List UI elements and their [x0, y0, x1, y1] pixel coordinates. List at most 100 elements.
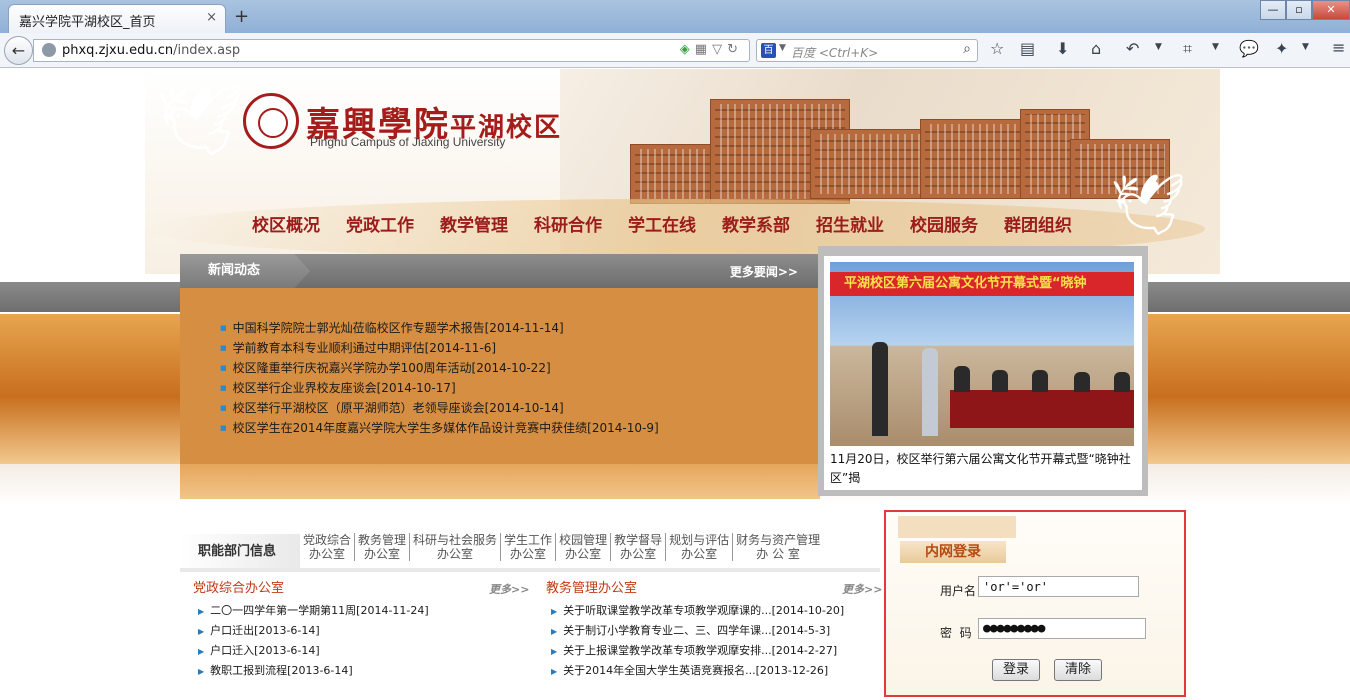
extension-dropdown-icon[interactable]: ▼	[1302, 42, 1309, 52]
extension-icon[interactable]: ✦	[1275, 39, 1288, 58]
news-footer-band	[180, 464, 820, 499]
list-item[interactable]: 户口迁入[2013-6-14]	[198, 641, 429, 661]
search-engine-icon[interactable]: 百	[761, 43, 776, 58]
password-label: 密 码	[940, 626, 972, 640]
photo-news-box: 平湖校区第六届公寓文化节开幕式暨“晓钟 11月20日，校区举行第六届公寓文化节开…	[818, 246, 1148, 496]
reading-list-icon[interactable]: ▤	[1020, 39, 1035, 58]
list-item[interactable]: 二〇一四学年第一学期第11周[2014-11-24]	[198, 601, 429, 621]
list-item[interactable]: 关于制订小学教育专业二、三、四学年课...[2014-5-3]	[551, 621, 844, 641]
username-label: 用户名	[940, 584, 977, 598]
department-info-label: 职能部门信息	[180, 534, 300, 570]
clear-button[interactable]: 清除	[1054, 659, 1102, 681]
minimize-button[interactable]: —	[1260, 0, 1286, 20]
address-bar-icons: ◈▦▽↻	[680, 42, 743, 57]
photo-banner: 平湖校区第六届公寓文化节开幕式暨“晓钟	[830, 272, 1134, 296]
department-divider	[180, 568, 880, 572]
undo-icon[interactable]: ↶	[1126, 39, 1139, 58]
password-field[interactable]: ●●●●●●●●●	[978, 618, 1146, 639]
username-field[interactable]	[978, 576, 1139, 597]
address-bar[interactable]: phxq.zjxu.edu.cn/index.asp ◈▦▽↻	[33, 39, 750, 62]
tab-teaching-supervision-office[interactable]: 教学督导 办公室	[611, 533, 667, 561]
globe-icon	[42, 43, 56, 57]
undo-dropdown-icon[interactable]: ▼	[1155, 42, 1162, 52]
nav-item-organizations[interactable]: 群团组织	[1004, 211, 1072, 236]
photo-caption[interactable]: 11月20日，校区举行第六届公寓文化节开幕式暨“晓钟社区”揭	[830, 450, 1134, 488]
tab-student-affairs-office[interactable]: 学生工作 办公室	[501, 533, 557, 561]
close-window-button[interactable]: ✕	[1312, 0, 1350, 20]
news-item[interactable]: 校区举行平湖校区（原平湖师范）老领导座谈会[2014-10-14]	[220, 398, 659, 418]
news-item[interactable]: 校区举行企业界校友座谈会[2014-10-17]	[220, 378, 659, 398]
tab-party-office[interactable]: 党政综合 办公室	[300, 533, 356, 561]
tab-finance-assets-office[interactable]: 财务与资产管理办 公 室	[733, 533, 823, 561]
main-nav: 校区概况 党政工作 教学管理 科研合作 学工在线 教学系部 招生就业 校园服务 …	[252, 211, 1098, 236]
news-item[interactable]: 校区隆重举行庆祝嘉兴学院办学100周年活动[2014-10-22]	[220, 358, 659, 378]
news-item[interactable]: 中国科学院院士郭光灿莅临校区作专题学术报告[2014-11-14]	[220, 318, 659, 338]
party-office-list: 二〇一四学年第一学期第11周[2014-11-24] 户口迁出[2013-6-1…	[198, 601, 429, 681]
home-icon[interactable]: ⌂	[1091, 39, 1101, 58]
shield-icon[interactable]: ◈	[680, 42, 695, 57]
news-list: 中国科学院院士郭光灿莅临校区作专题学术报告[2014-11-14] 学前教育本科…	[220, 318, 659, 438]
url-path: /index.asp	[173, 43, 241, 58]
menu-icon[interactable]: ≡	[1332, 38, 1345, 57]
chat-icon[interactable]: 💬	[1239, 39, 1259, 58]
login-title: 内网登录	[900, 541, 1006, 563]
news-section: 新闻动态 更多要闻>> 中国科学院院士郭光灿莅临校区作专题学术报告[2014-1…	[180, 254, 820, 499]
url-text: phxq.zjxu.edu.cn/index.asp	[62, 43, 240, 58]
list-item[interactable]: 教职工报到流程[2013-6-14]	[198, 661, 429, 681]
browser-tab-bar: 嘉兴学院平湖校区_首页 × + — ▫ ✕	[0, 0, 1350, 33]
crop-dropdown-icon[interactable]: ▼	[1212, 42, 1219, 52]
nav-item-research[interactable]: 科研合作	[534, 211, 602, 236]
news-item[interactable]: 学前教育本科专业顺利通过中期评估[2014-11-6]	[220, 338, 659, 358]
new-tab-button[interactable]: +	[234, 6, 249, 27]
download-icon[interactable]: ⬇	[1056, 39, 1069, 58]
qr-icon[interactable]: ▦	[695, 42, 712, 57]
news-more-link[interactable]: 更多要闻>>	[730, 263, 798, 280]
academic-office-more-link[interactable]: 更多>>	[842, 581, 882, 597]
party-office-more-link[interactable]: 更多>>	[489, 581, 529, 597]
event-photo[interactable]: 平湖校区第六届公寓文化节开幕式暨“晓钟	[830, 262, 1134, 446]
search-icon[interactable]: ⌕	[963, 41, 971, 57]
list-item[interactable]: 关于2014年全国大学生英语竞赛报名...[2013-12-26]	[551, 661, 844, 681]
intranet-login-panel: 内网登录 用户名 密 码 ●●●●●●●●● 登录 清除	[884, 510, 1186, 697]
back-icon[interactable]: ←	[4, 36, 33, 65]
nav-item-admissions[interactable]: 招生就业	[816, 211, 884, 236]
search-box[interactable]: 百 ▼ 百度 <Ctrl+K> ⌕	[756, 39, 978, 62]
browser-toolbar: ← phxq.zjxu.edu.cn/index.asp ◈▦▽↻ 百 ▼ 百度…	[0, 33, 1350, 68]
browser-tab[interactable]: 嘉兴学院平湖校区_首页 ×	[8, 4, 226, 33]
nav-item-campus-overview[interactable]: 校区概况	[252, 211, 320, 236]
bookmark-star-icon[interactable]: ☆	[990, 39, 1004, 58]
academic-office-title[interactable]: 教务管理办公室	[546, 577, 637, 596]
list-item[interactable]: 关于听取课堂教学改革专项教学观摩课的...[2014-10-20]	[551, 601, 844, 621]
maximize-button[interactable]: ▫	[1286, 0, 1312, 20]
tab-planning-evaluation-office[interactable]: 规划与评估 办公室	[666, 533, 734, 561]
engine-dropdown-icon[interactable]: ▼	[779, 43, 786, 53]
login-decor	[898, 516, 1016, 538]
nav-item-departments[interactable]: 教学系部	[722, 211, 790, 236]
tab-title: 嘉兴学院平湖校区_首页	[19, 15, 156, 30]
party-office-title[interactable]: 党政综合办公室	[193, 577, 284, 596]
nav-item-campus-services[interactable]: 校园服务	[910, 211, 978, 236]
login-button[interactable]: 登录	[992, 659, 1040, 681]
list-item[interactable]: 户口迁出[2013-6-14]	[198, 621, 429, 641]
university-logo	[243, 93, 299, 149]
nav-item-teaching-management[interactable]: 教学管理	[440, 211, 508, 236]
tab-research-service-office[interactable]: 科研与社会服务 办公室	[410, 533, 502, 561]
nav-item-party-affairs[interactable]: 党政工作	[346, 211, 414, 236]
reload-icon[interactable]: ↻	[727, 42, 743, 57]
list-item[interactable]: 关于上报课堂教学改革专项教学观摩安排...[2014-2-27]	[551, 641, 844, 661]
tab-campus-management-office[interactable]: 校园管理 办公室	[556, 533, 612, 561]
dropdown-icon[interactable]: ▽	[712, 42, 727, 57]
nav-item-student-affairs[interactable]: 学工在线	[628, 211, 696, 236]
close-tab-icon[interactable]: ×	[206, 10, 217, 25]
news-title: 新闻动态	[180, 254, 310, 288]
department-tabs: 党政综合 办公室 教务管理 办公室 科研与社会服务 办公室 学生工作 办公室 校园管理办…	[300, 533, 823, 561]
news-header: 新闻动态 更多要闻>>	[180, 254, 820, 288]
web-page: 🕊 🕊 嘉興學院平湖校区 Pinghu Campus of Jiaxing Un…	[0, 69, 1350, 700]
egret-left-image: 🕊	[155, 79, 244, 161]
news-item[interactable]: 校区学生在2014年度嘉兴学院大学生多媒体作品设计竞赛中获佳绩[2014-10-…	[220, 418, 659, 438]
url-host: phxq.zjxu.edu.cn	[62, 43, 174, 58]
crop-icon[interactable]: ⌗	[1183, 39, 1192, 59]
egret-right-image: 🕊	[1110, 170, 1187, 240]
site-subtitle: Pinghu Campus of Jiaxing University	[310, 135, 506, 149]
tab-academic-affairs-office[interactable]: 教务管理 办公室	[355, 533, 411, 561]
